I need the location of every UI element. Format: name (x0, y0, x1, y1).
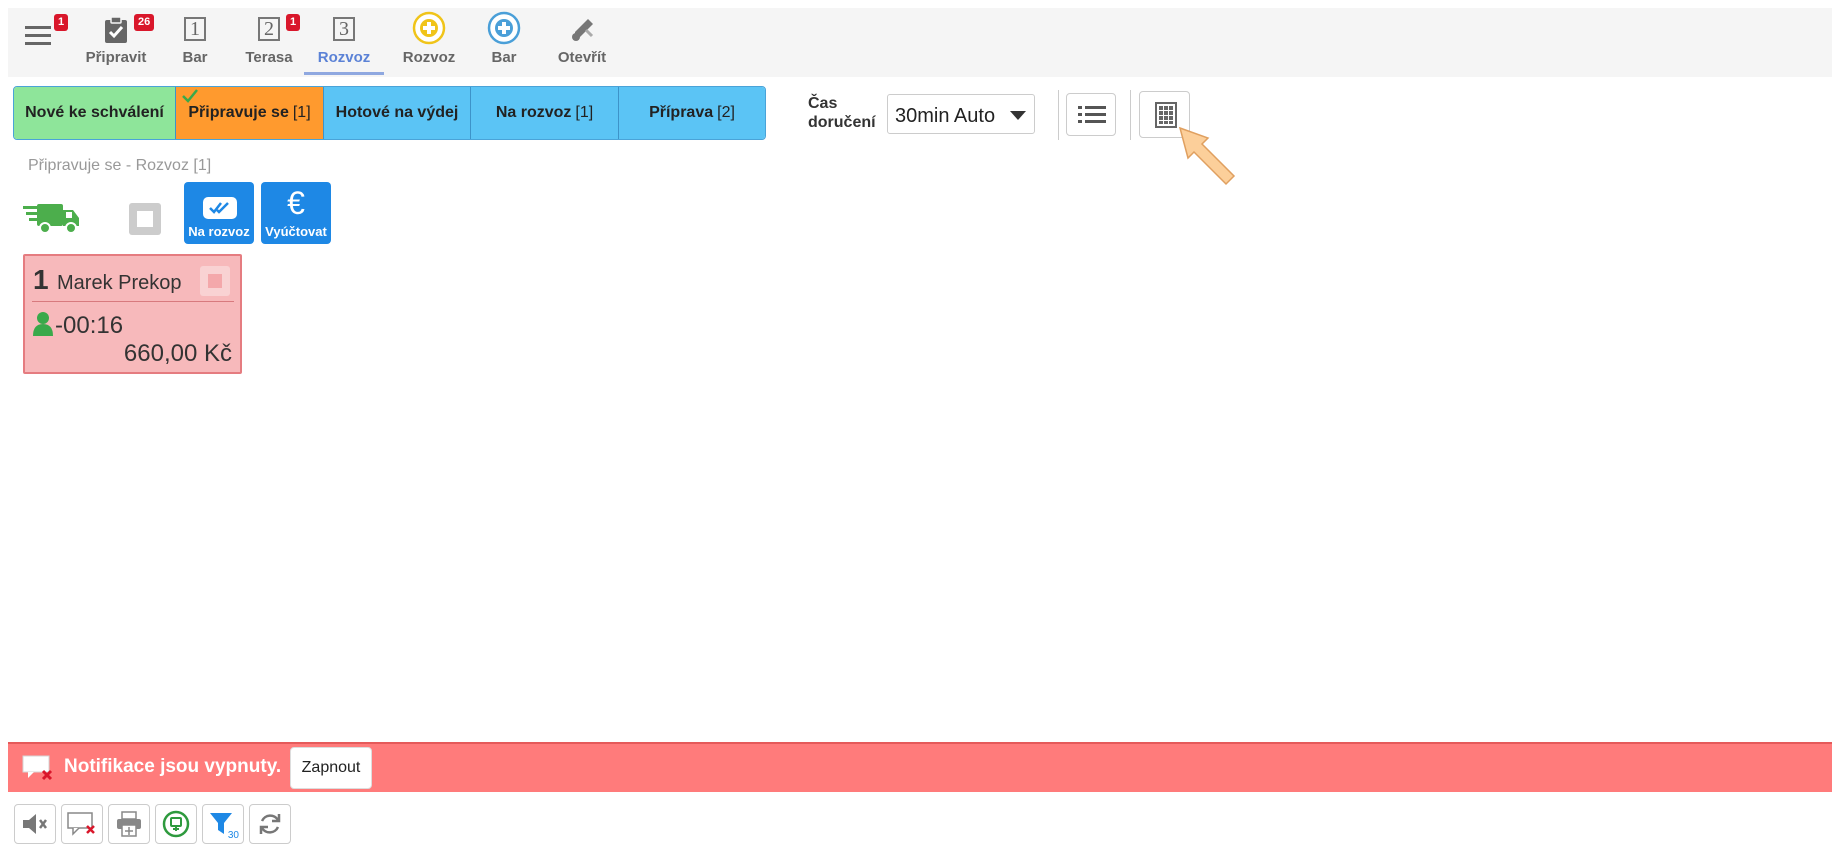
toolbar-bar[interactable]: 1 Bar (166, 8, 224, 77)
notification-off-icon (67, 812, 95, 836)
na-rozvoz-button[interactable]: Na rozvoz (184, 182, 254, 244)
tab-label: Nové ke schválení (25, 104, 164, 121)
money-button[interactable] (155, 804, 197, 844)
toolbar-rozvoz[interactable]: 3 Rozvoz (304, 8, 384, 77)
number-1-icon: 1 (184, 17, 206, 41)
toolbar-label: Otevřít (557, 49, 607, 66)
toolbar-label: Rozvoz (402, 49, 456, 66)
delivery-label-line2: doručení (808, 114, 876, 131)
euro-icon: € (287, 185, 305, 221)
card-divider (32, 301, 234, 302)
top-toolbar: 1 26 Připravit 1 Bar 2 1 Terasa 3 Rozvoz… (8, 8, 1832, 77)
refresh-icon (259, 814, 281, 834)
chevron-down-icon (1010, 111, 1026, 120)
menu-icon (25, 26, 51, 45)
active-tab-indicator (304, 72, 384, 75)
tab-count: [1] (292, 104, 311, 121)
toolbar-terasa[interactable]: 2 1 Terasa (234, 8, 304, 77)
status-tabs: Nové ke schválení Připravuje se [1] Hotov… (13, 86, 766, 140)
tab-priprava[interactable]: Příprava [2] (619, 87, 765, 139)
button-label: Vyúčtovat (265, 224, 327, 239)
pripravit-badge: 26 (134, 14, 155, 31)
checkbox-inner (208, 274, 222, 288)
grid-icon (1155, 102, 1177, 128)
notifications-toggle-button[interactable] (61, 804, 103, 844)
section-title: Připravuje se - Rozvoz [1] (28, 157, 212, 174)
terasa-badge: 1 (286, 14, 301, 31)
tab-label: Připravuje se (188, 104, 289, 121)
double-check-icon (203, 197, 237, 219)
toolbar-add-bar[interactable]: Bar (474, 8, 534, 77)
tab-hotove-na-vydej[interactable]: Hotové na výdej (324, 87, 471, 139)
order-time: -00:16 (55, 312, 124, 339)
button-label: Na rozvoz (188, 224, 250, 239)
tab-label: Hotové na výdej (335, 104, 459, 121)
plus-circle-yellow-icon (412, 11, 446, 45)
divider (1058, 90, 1059, 140)
tab-count: [2] (717, 104, 735, 121)
select-all-checkbox[interactable] (129, 203, 161, 235)
wrench-icon (572, 19, 594, 41)
notification-bar: Notifikace jsou vypnuty. Zapnout (8, 742, 1832, 792)
list-view-button[interactable] (1066, 93, 1116, 136)
vyuctovat-button[interactable]: € Vyúčtovat (261, 182, 331, 244)
printer-icon (117, 811, 141, 837)
filter-badge: 30 (227, 830, 239, 841)
tab-nove-ke-schvaleni[interactable]: Nové ke schválení (14, 87, 176, 139)
order-checkbox[interactable] (200, 266, 230, 296)
menu-badge: 1 (54, 14, 69, 31)
toolbar-label: Bar (491, 49, 517, 66)
checkbox-inner (137, 211, 153, 227)
person-icon (33, 312, 53, 336)
refresh-button[interactable] (249, 804, 291, 844)
order-card[interactable]: 1 Marek Prekop -00:16 660,00 Kč (23, 254, 242, 374)
number-2-icon: 2 (258, 17, 280, 41)
notification-off-icon (22, 755, 53, 781)
number-3-icon: 3 (333, 17, 355, 41)
money-circle-icon (162, 810, 190, 838)
mute-button[interactable] (14, 804, 56, 844)
tab-pripravuje-se[interactable]: Připravuje se [1] (176, 87, 324, 139)
tab-na-rozvoz[interactable]: Na rozvoz [1] (471, 87, 619, 139)
tab-count: [1] (575, 104, 594, 121)
tab-label: Na rozvoz (495, 104, 572, 121)
delivery-label-line1: Čas (808, 95, 838, 112)
divider (1130, 90, 1131, 140)
delivery-truck-icon (23, 204, 79, 234)
delivery-time-label: Čas doručení (808, 94, 876, 132)
plus-circle-blue-icon (487, 11, 521, 45)
delivery-time-select[interactable]: 30min Auto (887, 94, 1035, 134)
delivery-time-value: 30min Auto (895, 105, 996, 127)
toolbar-label: Bar (182, 49, 208, 66)
toolbar-label: Rozvoz (317, 49, 371, 66)
customer-name: Marek Prekop (57, 272, 182, 294)
toolbar-otevrit[interactable]: Otevřít (544, 8, 620, 77)
check-icon (182, 89, 198, 103)
tab-label: Příprava (649, 104, 714, 121)
toolbar-label: Terasa (245, 49, 293, 66)
order-amount: 660,00 Kč (123, 340, 232, 367)
toolbar-pripravit[interactable]: 26 Připravit (76, 8, 156, 77)
list-icon (1078, 106, 1106, 123)
mute-icon (23, 814, 47, 834)
order-number: 1 (33, 264, 49, 295)
toolbar-label: Připravit (85, 49, 147, 66)
clipboard-check-icon (105, 16, 127, 43)
print-button[interactable] (108, 804, 150, 844)
toolbar-add-rozvoz[interactable]: Rozvoz (394, 8, 464, 77)
notification-text: Notifikace jsou vypnuty. (64, 756, 282, 777)
filter-button[interactable]: 30 (202, 804, 244, 844)
enable-notifications-button[interactable]: Zapnout (290, 747, 372, 789)
toolbar-menu[interactable]: 1 (16, 8, 69, 77)
pointer-cursor-icon (1178, 126, 1236, 186)
